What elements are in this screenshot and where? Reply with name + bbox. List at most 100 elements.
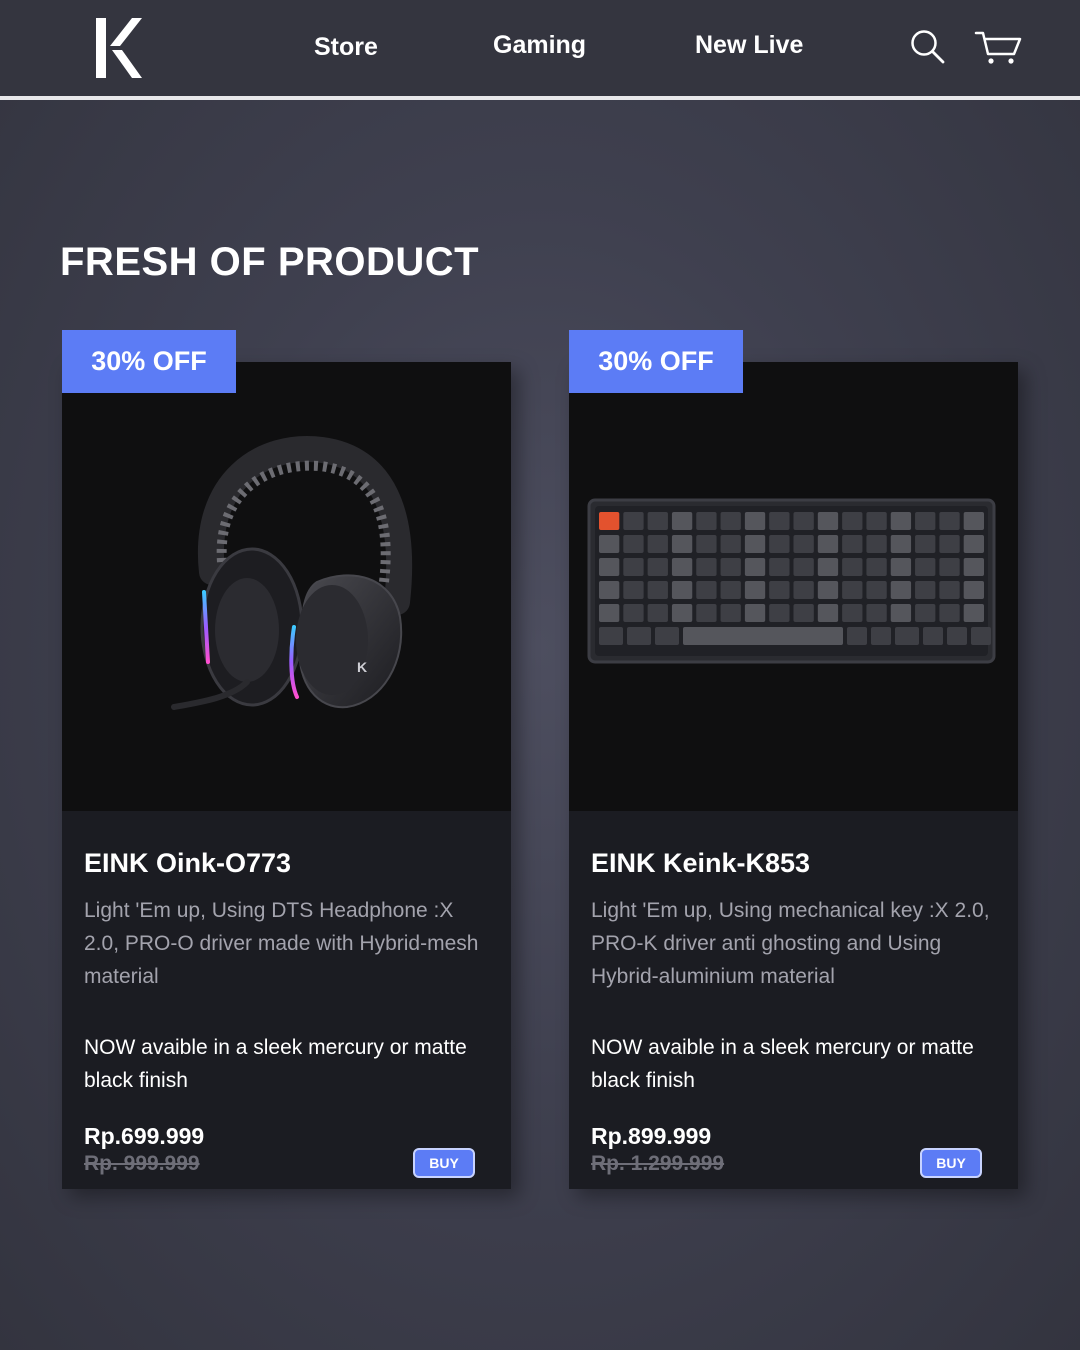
product-image-area[interactable] bbox=[569, 362, 1018, 811]
keyboard-key bbox=[647, 604, 668, 622]
top-navigation-bar: Store Gaming New Live bbox=[0, 0, 1080, 100]
section-title: FRESH OF PRODUCT bbox=[60, 240, 480, 284]
keyboard-key bbox=[842, 558, 863, 576]
keyboard-key bbox=[939, 512, 960, 530]
keyboard-key bbox=[963, 604, 984, 622]
discount-badge: 30% OFF bbox=[569, 330, 743, 393]
keyboard-key bbox=[915, 512, 936, 530]
keyboard-key bbox=[744, 535, 766, 553]
keyboard-key bbox=[769, 512, 790, 530]
keyboard-key bbox=[847, 627, 867, 645]
headphone-image: K bbox=[171, 436, 413, 710]
svg-text:K: K bbox=[357, 659, 367, 675]
keyboard-key bbox=[890, 512, 912, 530]
keyboard-key bbox=[817, 512, 839, 530]
keyboard-key bbox=[947, 627, 967, 645]
keyboard-key bbox=[793, 604, 814, 622]
keyboard-key bbox=[890, 604, 912, 622]
product-name: EINK Keink-K853 bbox=[591, 848, 811, 878]
keyboard-key bbox=[623, 604, 644, 622]
keyboard-key bbox=[696, 512, 717, 530]
keyboard-key bbox=[744, 604, 766, 622]
keyboard-key bbox=[866, 512, 887, 530]
keyboard-key bbox=[842, 581, 863, 599]
keyboard-key bbox=[599, 512, 620, 530]
keyboard-key bbox=[866, 604, 887, 622]
keyboard-key bbox=[683, 627, 843, 645]
keyboard-key bbox=[623, 581, 644, 599]
keyboard-key bbox=[817, 535, 839, 553]
keyboard-key bbox=[915, 604, 936, 622]
keyboard-key bbox=[939, 604, 960, 622]
keyboard-key bbox=[963, 512, 984, 530]
keyboard-key bbox=[842, 604, 863, 622]
product-card[interactable]: 30% OFF K EINK Oink-O773 Light 'Em up, U… bbox=[62, 330, 511, 1189]
keyboard-key bbox=[647, 512, 668, 530]
keyboard-key bbox=[720, 581, 741, 599]
buy-button[interactable]: BUY bbox=[920, 1148, 982, 1178]
keyboard-key bbox=[963, 535, 984, 553]
keyboard-key bbox=[599, 604, 620, 622]
keyboard-key bbox=[793, 512, 814, 530]
keyboard-key bbox=[793, 535, 814, 553]
keyboard-key bbox=[769, 558, 790, 576]
product-description: Light 'Em up, Using mechanical key :X 2.… bbox=[591, 899, 990, 988]
brand-logo[interactable] bbox=[96, 18, 142, 78]
keyboard-key bbox=[744, 512, 766, 530]
product-finish-note: NOW avaible in a sleek mercury or matte … bbox=[591, 1036, 974, 1092]
keyboard-key bbox=[769, 604, 790, 622]
product-image-area[interactable]: K bbox=[62, 362, 511, 811]
keyboard-key bbox=[599, 627, 623, 645]
buy-button[interactable]: BUY bbox=[413, 1148, 475, 1178]
keyboard-key bbox=[915, 581, 936, 599]
keyboard-key bbox=[817, 581, 839, 599]
keyboard-key bbox=[793, 581, 814, 599]
keyboard-key bbox=[671, 535, 693, 553]
keyboard-key bbox=[963, 581, 984, 599]
product-price: Rp.699.999 bbox=[84, 1123, 205, 1149]
keyboard-key bbox=[671, 604, 693, 622]
keyboard-key bbox=[744, 558, 766, 576]
discount-badge: 30% OFF bbox=[62, 330, 236, 393]
keyboard-key bbox=[696, 558, 717, 576]
keyboard-key bbox=[817, 558, 839, 576]
keyboard-key bbox=[696, 581, 717, 599]
keyboard-key bbox=[599, 535, 620, 553]
keyboard-key bbox=[744, 581, 766, 599]
product-name: EINK Oink-O773 bbox=[84, 848, 292, 878]
keyboard-key bbox=[890, 581, 912, 599]
keyboard-key bbox=[971, 627, 991, 645]
nav-store-link[interactable]: Store bbox=[314, 33, 378, 62]
keyboard-image bbox=[587, 498, 996, 664]
keyboard-key bbox=[696, 604, 717, 622]
product-finish-note: NOW avaible in a sleek mercury or matte … bbox=[84, 1036, 467, 1092]
keyboard-key bbox=[923, 627, 943, 645]
keyboard-key bbox=[769, 581, 790, 599]
keyboard-key bbox=[842, 535, 863, 553]
keyboard-key bbox=[890, 535, 912, 553]
keyboard-key bbox=[939, 535, 960, 553]
keyboard-key bbox=[671, 581, 693, 599]
keyboard-key bbox=[769, 535, 790, 553]
keyboard-key bbox=[671, 558, 693, 576]
keyboard-key bbox=[599, 581, 620, 599]
search-icon[interactable] bbox=[909, 28, 945, 64]
keyboard-key bbox=[623, 558, 644, 576]
keyboard-key bbox=[623, 535, 644, 553]
keyboard-key bbox=[793, 558, 814, 576]
keyboard-key bbox=[647, 581, 668, 599]
cart-icon[interactable] bbox=[974, 28, 1022, 66]
product-card[interactable]: 30% OFF EINK Keink-K853 Light 'Em up, Us… bbox=[569, 330, 1018, 1189]
keyboard-key bbox=[915, 535, 936, 553]
keyboard-key bbox=[720, 512, 741, 530]
nav-new-live-link[interactable]: New Live bbox=[695, 31, 803, 60]
keyboard-key bbox=[963, 558, 984, 576]
product-old-price: Rp. 1.299.999 bbox=[591, 1152, 725, 1175]
nav-gaming-link[interactable]: Gaming bbox=[493, 31, 586, 60]
keyboard-key bbox=[647, 535, 668, 553]
keyboard-key bbox=[627, 627, 651, 645]
keyboard-key bbox=[842, 512, 863, 530]
keyboard-key bbox=[720, 604, 741, 622]
keyboard-key bbox=[866, 558, 887, 576]
keyboard-key bbox=[623, 512, 644, 530]
